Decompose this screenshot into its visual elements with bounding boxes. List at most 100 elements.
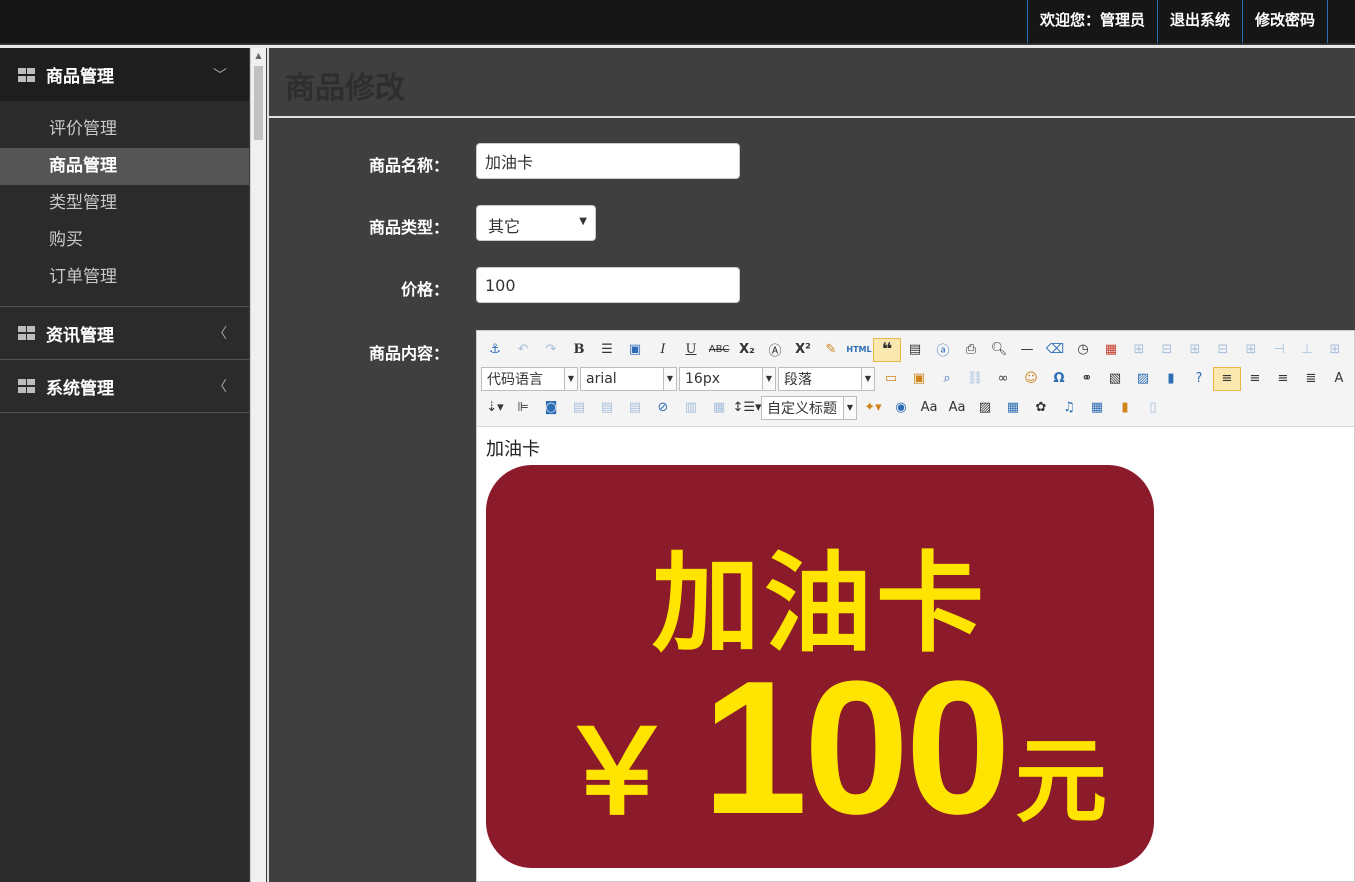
bold-icon[interactable]: B <box>565 338 593 362</box>
line-height-icon[interactable]: ↕☰▾ <box>732 396 761 420</box>
horizontal-rule-icon[interactable]: — <box>1013 338 1041 362</box>
print-icon[interactable]: ⎙ <box>957 338 985 362</box>
image-center-icon[interactable]: ▥ <box>677 396 705 420</box>
format-clear-icon[interactable]: ✎ <box>817 338 845 362</box>
html-icon[interactable]: HTML <box>845 338 873 362</box>
change-password-link[interactable]: 修改密码 <box>1241 0 1328 43</box>
sidebar-item-orders[interactable]: 订单管理 <box>0 259 249 296</box>
find-icon[interactable]: ⚭ <box>1073 367 1101 391</box>
template-icon[interactable]: ▨ <box>971 396 999 420</box>
editor-body[interactable]: 加油卡 加油卡 ￥ 100 元 <box>477 427 1354 876</box>
anchor-icon[interactable]: ⚓ <box>481 338 509 362</box>
image-none-icon[interactable]: ▤ <box>565 396 593 420</box>
blockquote-icon[interactable]: ❝ <box>873 337 901 362</box>
sidebar-scrollbar[interactable]: ▲ <box>250 48 266 882</box>
video-icon[interactable]: ▮ <box>1157 367 1185 391</box>
align-center-icon[interactable]: ≡ <box>1269 367 1297 391</box>
indent-icon[interactable]: ☰ <box>593 338 621 362</box>
image-right-icon[interactable]: ▤ <box>621 396 649 420</box>
time-icon[interactable]: ◷ <box>1069 338 1097 362</box>
custom-title-select[interactable]: 自定义标题 ▼ <box>761 395 857 420</box>
scroll-up-icon[interactable]: ▲ <box>251 48 266 64</box>
name-label: 商品名称： <box>368 156 449 175</box>
font-family-select[interactable]: arial ▼ <box>580 366 677 391</box>
logout-link[interactable]: 退出系统 <box>1156 0 1242 43</box>
map-icon[interactable]: ▧ <box>1101 367 1129 391</box>
insert-audio-icon[interactable]: ♫ <box>1055 396 1083 420</box>
name-input[interactable] <box>476 143 740 179</box>
font-border-icon[interactable]: Ⓐ <box>761 338 789 362</box>
row-spacing-icon[interactable]: ⇣▾ <box>481 396 509 420</box>
delete-row-icon[interactable]: ⊟ <box>1209 338 1237 362</box>
page-break-icon[interactable]: ⊫ <box>509 396 537 420</box>
emotion-icon[interactable]: ☺ <box>1017 367 1045 391</box>
redo-icon[interactable]: ↷ <box>537 338 565 362</box>
music-icon[interactable]: ◉ <box>887 396 915 420</box>
sidebar-item-types[interactable]: 类型管理 <box>0 185 249 222</box>
type-label: 商品类型： <box>368 218 449 237</box>
underline-icon[interactable]: U <box>677 338 705 362</box>
special-chars-icon[interactable]: Ω <box>1045 367 1073 391</box>
paragraph-select[interactable]: 段落 ▼ <box>778 366 875 391</box>
link-icon[interactable]: ∞ <box>989 367 1017 391</box>
uppercase-icon[interactable]: Aa <box>915 396 943 420</box>
insert-frame-icon[interactable]: ▦ <box>999 396 1027 420</box>
superscript-icon[interactable]: X² <box>789 338 817 362</box>
merge-cells-icon[interactable]: ⊞ <box>1125 338 1153 362</box>
menu-group-products[interactable]: 商品管理 ﹀ <box>0 48 249 101</box>
snapscreen-icon[interactable]: ◙ <box>537 396 565 420</box>
delete-col-icon[interactable]: ⊞ <box>1237 338 1265 362</box>
align-right-icon[interactable]: ≡ <box>1241 367 1269 391</box>
split-rows-icon[interactable]: ⊥ <box>1293 338 1321 362</box>
code-language-select[interactable]: 代码语言 ▼ <box>481 366 578 391</box>
date-icon[interactable]: ▦ <box>1097 338 1125 362</box>
align-justify-icon[interactable]: ≣ <box>1297 367 1325 391</box>
scroll-thumb[interactable] <box>254 66 263 140</box>
split-cells-icon[interactable]: ⊣ <box>1265 338 1293 362</box>
italic-icon[interactable]: I <box>649 338 677 362</box>
unlink-icon[interactable]: ⛓ <box>961 367 989 391</box>
subscript-icon[interactable]: X₂ <box>733 338 761 362</box>
background-icon[interactable]: ▨ <box>1129 367 1157 391</box>
insert-col-icon[interactable]: ⊞ <box>1181 338 1209 362</box>
scrawl-icon[interactable]: ✿ <box>1027 396 1055 420</box>
menu-group-news[interactable]: 资讯管理 〈 <box>0 307 249 360</box>
auto-format-icon[interactable]: ⓐ <box>929 338 957 362</box>
multi-image-icon[interactable]: ▣ <box>905 367 933 391</box>
eraser-icon[interactable]: ⌫ <box>1041 338 1069 362</box>
card-price: ￥ 100 元 <box>558 653 1107 847</box>
menu-group-system[interactable]: 系统管理 〈 <box>0 360 249 413</box>
split-cols-icon[interactable]: ⊞ <box>1321 338 1349 362</box>
sidebar-item-products[interactable]: 商品管理 <box>0 148 249 185</box>
paste-icon[interactable]: ▮ <box>1111 396 1139 420</box>
price-input[interactable] <box>476 267 740 303</box>
align-left-icon[interactable]: ≡ <box>1213 366 1241 391</box>
undo-icon[interactable]: ↶ <box>509 338 537 362</box>
search-replace-icon[interactable]: ⌕ <box>933 367 961 391</box>
select-caret-icon: ▼ <box>579 216 587 227</box>
insert-table-icon[interactable]: ▦ <box>1083 396 1111 420</box>
magic-wand-icon[interactable]: ✦▾ <box>859 396 887 420</box>
lowercase-icon[interactable]: Aa <box>943 396 971 420</box>
preview-icon[interactable]: 🔍︎ <box>985 338 1013 362</box>
price-label: 价格： <box>400 280 449 299</box>
font-color-icon[interactable]: A <box>1325 367 1350 391</box>
card-amount: 100 <box>702 642 1011 854</box>
draft-icon[interactable]: ▯ <box>1139 396 1167 420</box>
font-size-select[interactable]: 16px ▼ <box>679 366 776 391</box>
chevron-left-icon: 〈 <box>213 379 227 395</box>
attachment-icon[interactable]: ⊘ <box>649 396 677 420</box>
insert-image-icon[interactable]: ▭ <box>877 367 905 391</box>
insert-row-icon[interactable]: ⊟ <box>1153 338 1181 362</box>
word-image-icon[interactable]: ▦ <box>705 396 733 420</box>
paste-text-icon[interactable]: ▤ <box>901 338 929 362</box>
image-left-icon[interactable]: ▤ <box>593 396 621 420</box>
chevron-down-icon: ﹀ <box>213 67 227 84</box>
sidebar-item-purchase[interactable]: 购买 <box>0 222 249 259</box>
help-icon[interactable]: ? <box>1185 367 1213 391</box>
type-select[interactable]: 其它 ▼ <box>476 205 596 241</box>
strikethrough-icon[interactable]: ABC <box>705 338 733 362</box>
image-edit-icon[interactable]: ▣ <box>621 338 649 362</box>
sidebar-item-reviews[interactable]: 评价管理 <box>0 111 249 148</box>
rich-text-editor[interactable]: ⚓ ↶ ↷ B ☰ ▣ I U ABC X₂ Ⓐ X² ✎ HTML ❝ ▤ ⓐ… <box>476 330 1355 882</box>
